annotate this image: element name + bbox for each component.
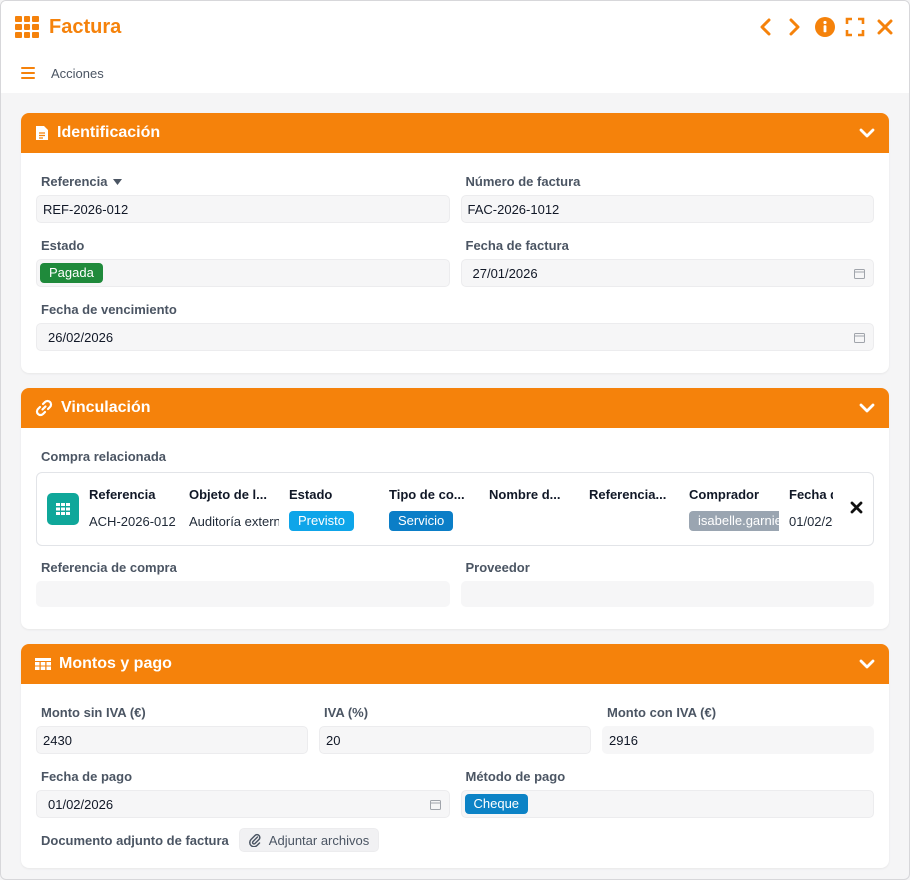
expand-icon	[845, 17, 865, 37]
monto-sin-iva-label: Monto sin IVA (€)	[41, 705, 146, 720]
actions-menu[interactable]: Acciones	[51, 66, 104, 81]
status-badge: Pagada	[40, 263, 103, 283]
invoice-window: Factura Acciones Identificación Referenc…	[0, 0, 910, 880]
iva-field[interactable]: 20	[319, 726, 591, 754]
cell-nombre	[489, 511, 579, 531]
proveedor-label: Proveedor	[465, 560, 530, 575]
payment-method-badge: Cheque	[464, 794, 529, 814]
metodo-pago-label: Método de pago	[465, 769, 566, 784]
column-header: Referencia	[89, 487, 156, 502]
link-icon	[35, 399, 53, 417]
title-bar: Factura	[1, 1, 909, 53]
apps-grid-icon[interactable]	[15, 16, 39, 38]
estado-badge: Previsto	[289, 511, 354, 531]
fecha-pago-field[interactable]: 01/02/2026	[36, 790, 450, 818]
fecha-vencimiento-label: Fecha de vencimiento	[41, 302, 177, 317]
iva-label: IVA (%)	[324, 705, 369, 720]
column-header: Comprador	[689, 487, 760, 502]
numero-factura-label: Número de factura	[465, 174, 581, 189]
paperclip-icon	[248, 833, 261, 847]
caret-down-icon[interactable]	[113, 178, 123, 185]
info-icon	[815, 17, 835, 37]
fecha-factura-field[interactable]: 27/01/2026	[460, 259, 874, 287]
cell-referencia-2	[589, 511, 679, 531]
column-header: Objeto de l...	[189, 487, 268, 502]
estado-field[interactable]: Pagada	[36, 259, 450, 287]
section-title: Vinculación	[61, 399, 151, 416]
column-header: Estado	[289, 487, 333, 502]
section-title: Identificación	[57, 124, 161, 141]
chevron-down-icon[interactable]	[859, 658, 875, 670]
chevron-down-icon[interactable]	[859, 127, 875, 139]
column-header: Tipo de co...	[389, 487, 465, 502]
section-identificacion-header[interactable]: Identificación	[21, 113, 889, 153]
cell-objeto: Auditoría externa	[189, 513, 279, 529]
info-button[interactable]	[815, 16, 835, 38]
numero-factura-field[interactable]: FAC-2026-1012	[460, 195, 874, 223]
form-content: Identificación Referencia REF-2026-012 N…	[1, 93, 909, 868]
next-button[interactable]	[785, 16, 805, 38]
referencia-field[interactable]: REF-2026-012	[36, 195, 450, 223]
metodo-pago-field[interactable]: Cheque	[460, 790, 874, 818]
tipo-badge: Servicio	[389, 511, 454, 531]
referencia-compra-field[interactable]	[36, 581, 450, 607]
table-icon	[47, 493, 79, 525]
fullscreen-button[interactable]	[845, 16, 865, 38]
column-header: Referencia...	[589, 487, 667, 502]
hamburger-icon[interactable]	[21, 67, 35, 79]
calendar-icon[interactable]	[854, 332, 865, 343]
fecha-pago-label: Fecha de pago	[41, 769, 133, 784]
fecha-factura-label: Fecha de factura	[465, 238, 569, 253]
column-header: Nombre d...	[489, 487, 561, 502]
monto-con-iva-field[interactable]: 2916	[602, 726, 874, 754]
attach-files-button[interactable]: Adjuntar archivos	[238, 828, 380, 852]
section-identificacion: Identificación Referencia REF-2026-012 N…	[21, 113, 889, 373]
column-header: Fecha d	[789, 487, 833, 502]
comprador-badge: isabelle.garnier	[689, 511, 779, 531]
section-montos: Montos y pago Monto sin IVA (€) 2430 IVA…	[21, 644, 889, 868]
chevron-down-icon[interactable]	[859, 402, 875, 414]
related-purchase-columns: Referencia ACH-2026-012 Objeto de l... A…	[89, 487, 833, 531]
section-vinculacion-header[interactable]: Vinculación	[21, 388, 889, 428]
chevron-right-icon	[789, 18, 800, 36]
related-purchase-card[interactable]: Referencia ACH-2026-012 Objeto de l... A…	[36, 472, 874, 546]
referencia-compra-label: Referencia de compra	[41, 560, 177, 575]
cell-referencia: ACH-2026-012	[89, 513, 176, 529]
fecha-vencimiento-field[interactable]: 26/02/2026	[36, 323, 874, 351]
monto-sin-iva-field[interactable]: 2430	[36, 726, 308, 754]
calendar-icon[interactable]	[854, 268, 865, 279]
close-icon	[877, 19, 893, 35]
actions-menu-bar: Acciones	[1, 53, 909, 93]
proveedor-field[interactable]	[460, 581, 874, 607]
table-icon	[35, 657, 51, 670]
section-vinculacion: Vinculación Compra relacionada Referenci…	[21, 388, 889, 629]
estado-label: Estado	[41, 238, 85, 253]
documento-adjunto-label: Documento adjunto de factura	[41, 832, 229, 848]
section-montos-header[interactable]: Montos y pago	[21, 644, 889, 684]
document-icon	[36, 126, 48, 140]
chevron-left-icon	[760, 18, 771, 36]
cell-fecha: 01/02/2026	[789, 513, 833, 529]
window-title: Factura	[49, 15, 122, 38]
section-title: Montos y pago	[59, 655, 172, 672]
previous-button[interactable]	[755, 16, 775, 38]
close-button[interactable]	[875, 16, 895, 38]
referencia-label: Referencia	[36, 165, 450, 195]
compra-relacionada-label: Compra relacionada	[41, 449, 166, 464]
monto-con-iva-label: Monto con IVA (€)	[607, 705, 717, 720]
remove-link-icon[interactable]	[850, 501, 863, 514]
calendar-icon[interactable]	[429, 799, 441, 810]
